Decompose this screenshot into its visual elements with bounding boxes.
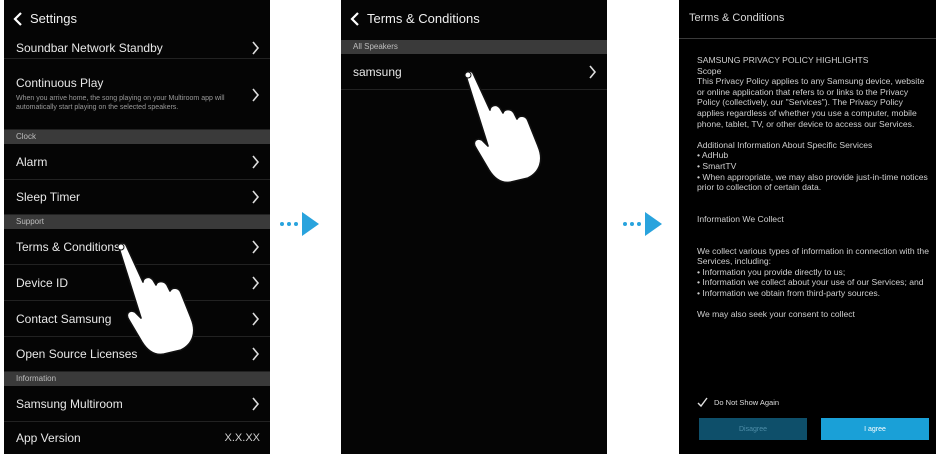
back-chevron-icon[interactable] (349, 11, 361, 26)
section-header-clock: Clock (4, 130, 270, 144)
chevron-right-icon (251, 347, 260, 361)
flow-arrow-1 (280, 211, 320, 237)
row-description: When you arrive home, the song playing o… (16, 94, 225, 112)
row-label: Sleep Timer (16, 190, 81, 204)
chevron-right-icon (251, 154, 260, 169)
row-samsung-multiroom[interactable]: Samsung Multiroom (4, 386, 270, 422)
chevron-right-icon (588, 64, 597, 79)
app-version-value: X.X.XX (224, 432, 260, 444)
disagree-button[interactable]: Disagree (699, 418, 807, 440)
row-label: Soundbar Network Standby (16, 40, 163, 55)
do-not-show-again-checkbox[interactable]: Do Not Show Again (697, 397, 779, 408)
row-app-version: App Version X.X.XX (4, 422, 270, 454)
terms-titlebar: Terms & Conditions (341, 0, 607, 37)
chevron-right-icon (251, 239, 260, 254)
title-divider (679, 38, 936, 39)
chevron-right-icon (251, 190, 260, 204)
page-title: Terms & Conditions (367, 11, 480, 26)
row-continuous-play[interactable]: Continuous Play When you arrive home, th… (4, 59, 270, 130)
row-label: App Version (16, 431, 81, 445)
row-label: Alarm (16, 154, 48, 169)
chevron-right-icon (251, 396, 260, 411)
chevron-right-icon (251, 311, 260, 326)
page-title: Terms & Conditions (689, 12, 785, 24)
row-label: Samsung Multiroom (16, 396, 123, 411)
privacy-policy-text[interactable]: SAMSUNG PRIVACY POLICY HIGHLIGHTS Scope … (697, 55, 931, 385)
tap-hand-icon (117, 242, 195, 356)
arrow-right-icon (645, 212, 662, 236)
section-header-all-speakers: All Speakers (341, 40, 607, 54)
chevron-right-icon (251, 88, 260, 102)
settings-screen: Settings Soundbar Network Standby Contin… (4, 0, 270, 454)
tap-hand-icon (464, 70, 542, 184)
row-sleep-timer[interactable]: Sleep Timer (4, 180, 270, 215)
row-soundbar-standby[interactable]: Soundbar Network Standby (4, 37, 270, 59)
chevron-right-icon (251, 40, 260, 55)
flow-arrow-2 (623, 211, 663, 237)
terms-list-screen: Terms & Conditions All Speakers samsung (341, 0, 607, 454)
chevron-right-icon (251, 275, 260, 290)
privacy-policy-screen: Terms & Conditions SAMSUNG PRIVACY POLIC… (679, 0, 936, 454)
page-title: Settings (30, 11, 77, 26)
section-header-information: Information (4, 372, 270, 386)
row-alarm[interactable]: Alarm (4, 144, 270, 180)
section-header-support: Support (4, 215, 270, 229)
arrow-right-icon (302, 212, 319, 236)
checkmark-icon (697, 397, 708, 408)
back-chevron-icon[interactable] (12, 11, 24, 26)
row-label: Continuous Play (16, 75, 104, 90)
settings-titlebar: Settings (4, 0, 270, 37)
checkbox-label: Do Not Show Again (714, 398, 780, 407)
agree-button[interactable]: I agree (821, 418, 929, 440)
